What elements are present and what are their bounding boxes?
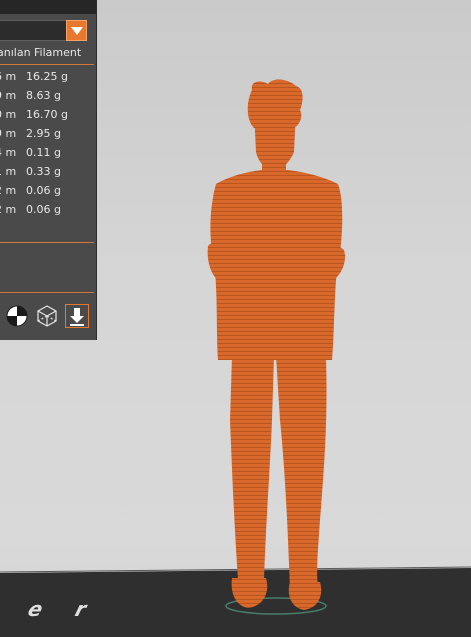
sliced-model[interactable] <box>207 79 346 610</box>
section-divider <box>0 292 94 293</box>
section-divider <box>0 242 94 243</box>
wireframe-cube-icon[interactable] <box>35 304 59 328</box>
export-down-icon[interactable] <box>65 304 89 328</box>
column-header-filament: anılan Filament <box>0 46 82 59</box>
dropdown-button[interactable] <box>66 20 87 41</box>
panel-titlebar <box>0 0 96 14</box>
chevron-down-icon <box>71 27 83 35</box>
header-divider <box>0 64 94 65</box>
print-info-panel: anılan Filament 6 m 16.25 g 9 m 8.63 g 0… <box>0 0 97 340</box>
section-view-icon[interactable] <box>5 304 29 328</box>
panel-bottom-edge <box>0 334 96 340</box>
